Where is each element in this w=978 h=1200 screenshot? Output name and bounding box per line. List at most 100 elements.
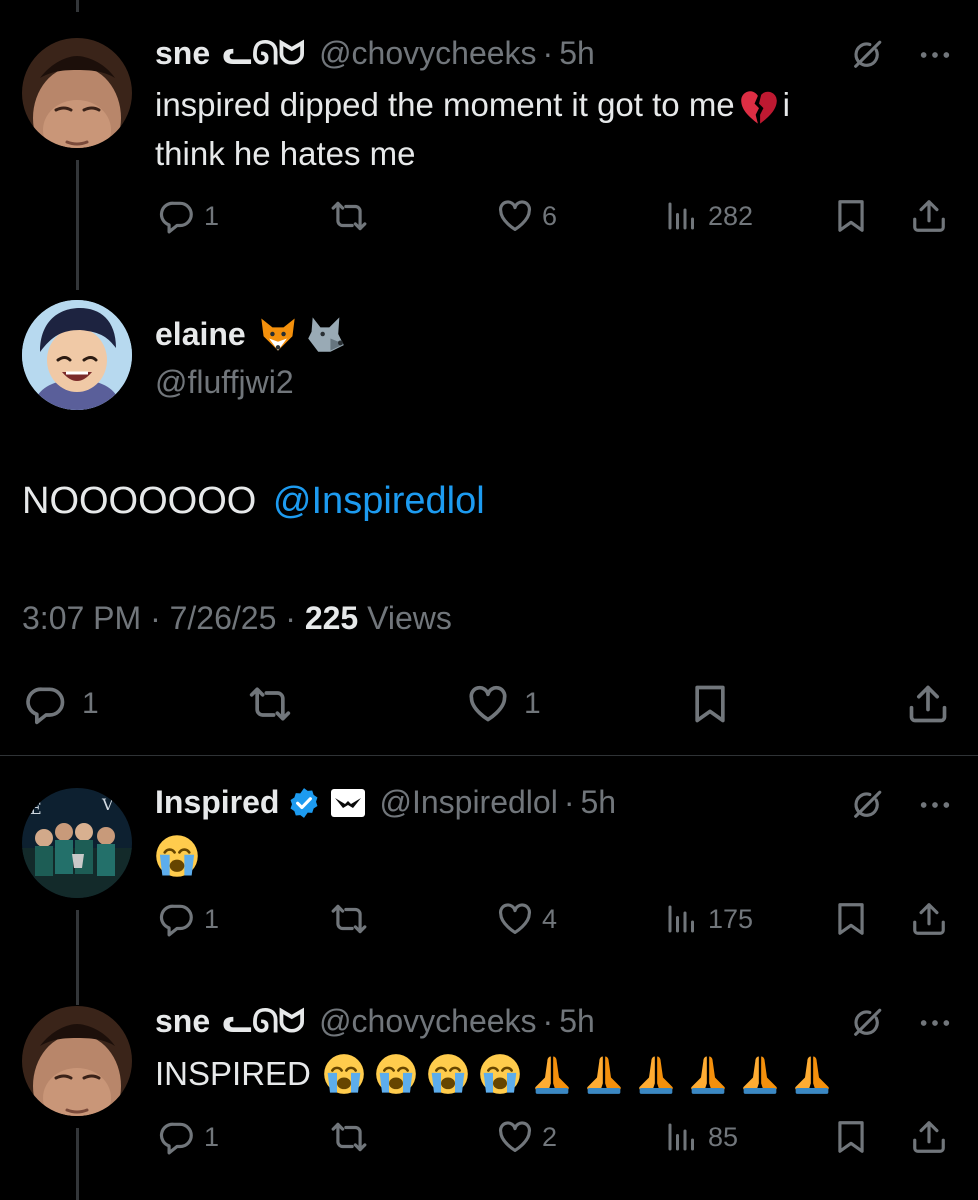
bookmark-button[interactable] xyxy=(832,197,870,235)
views-icon xyxy=(664,900,700,938)
tweet-meta: 3:07 PM · 7/26/25 · 225 Views xyxy=(22,600,452,637)
separator-dot: · xyxy=(285,600,305,636)
like-count: 2 xyxy=(542,1121,558,1152)
tweet-text-line: NOOOOOOO xyxy=(22,480,257,522)
retweet-button[interactable] xyxy=(330,900,368,938)
mention-link[interactable]: @Inspiredlol xyxy=(273,480,485,522)
verified-badge-icon xyxy=(287,786,321,820)
share-icon xyxy=(910,197,948,235)
svg-text:E: E xyxy=(30,799,42,818)
reply-count: 1 xyxy=(82,687,99,720)
timestamp[interactable]: 5h xyxy=(559,1003,595,1040)
tweet-text: inspired dipped the moment it got to me i… xyxy=(155,80,935,178)
broken-heart-emoji xyxy=(739,87,779,127)
retweet-button[interactable] xyxy=(248,682,292,726)
post-time[interactable]: 3:07 PM xyxy=(22,600,141,636)
grok-icon[interactable] xyxy=(850,38,884,72)
reply-button[interactable]: 1 xyxy=(158,1118,219,1156)
views-count[interactable]: 225 xyxy=(305,600,358,636)
wolf-emoji xyxy=(306,314,346,354)
like-button[interactable]: 4 xyxy=(496,900,557,938)
divider xyxy=(0,755,978,756)
display-name[interactable]: sne xyxy=(155,1003,210,1040)
sob-emoji xyxy=(323,1053,365,1095)
affiliate-badge-icon[interactable] xyxy=(331,788,366,817)
share-icon xyxy=(910,900,948,938)
reply-button[interactable]: 1 xyxy=(24,682,99,726)
view-count: 175 xyxy=(708,903,754,934)
tweet-text-line: think he hates me xyxy=(155,135,416,172)
tweet-text-line: i xyxy=(782,86,791,123)
share-icon xyxy=(910,1118,948,1156)
avatar[interactable] xyxy=(22,1006,132,1116)
reply-button[interactable]: 1 xyxy=(158,197,219,235)
svg-text:V: V xyxy=(101,795,114,814)
thread-line xyxy=(76,910,79,1005)
reply-button[interactable]: 1 xyxy=(158,900,219,938)
reply-icon xyxy=(158,197,196,235)
retweet-icon xyxy=(330,197,368,235)
thread-line xyxy=(76,160,79,290)
handle[interactable]: @chovycheeks xyxy=(319,1003,536,1040)
avatar[interactable] xyxy=(22,38,132,148)
like-button[interactable]: 2 xyxy=(496,1118,557,1156)
like-button[interactable]: 6 xyxy=(496,197,557,235)
share-button[interactable] xyxy=(910,1118,948,1156)
views-icon xyxy=(664,1118,700,1156)
grok-icon[interactable] xyxy=(850,1006,884,1040)
avatar[interactable]: E V xyxy=(22,788,132,898)
like-icon xyxy=(496,1118,534,1156)
more-icon[interactable] xyxy=(918,38,952,72)
sob-emoji xyxy=(479,1053,521,1095)
post-date[interactable]: 7/26/25 xyxy=(170,600,277,636)
share-button[interactable] xyxy=(910,197,948,235)
retweet-icon xyxy=(330,1118,368,1156)
views-button[interactable]: 85 xyxy=(664,1118,738,1156)
timestamp[interactable]: 5h xyxy=(580,784,616,821)
retweet-icon xyxy=(248,682,292,726)
tweet-header: sne ᓚᘏᗢ @chovycheeks · 5h xyxy=(155,34,595,73)
like-button[interactable]: 1 xyxy=(466,682,541,726)
views-label: Views xyxy=(367,600,452,636)
handle[interactable]: @Inspiredlol xyxy=(379,784,557,821)
bookmark-icon xyxy=(832,900,870,938)
retweet-icon xyxy=(330,900,368,938)
separator-dot: · xyxy=(563,784,575,820)
avatar[interactable] xyxy=(22,300,132,410)
share-button[interactable] xyxy=(910,900,948,938)
more-icon[interactable] xyxy=(918,1006,952,1040)
display-name[interactable]: Inspired xyxy=(155,784,279,821)
share-button[interactable] xyxy=(906,682,950,726)
bookmark-button[interactable] xyxy=(832,900,870,938)
views-button[interactable]: 175 xyxy=(664,900,753,938)
timestamp[interactable]: 5h xyxy=(559,35,595,72)
views-icon xyxy=(664,197,700,235)
handle[interactable]: @fluffjwi2 xyxy=(155,364,294,401)
tweet-header: Inspired @Inspiredlol · 5h xyxy=(155,784,616,821)
bookmark-icon xyxy=(832,1118,870,1156)
fox-emoji xyxy=(258,314,298,354)
tweet-text-line: INSPIRED xyxy=(155,1055,311,1092)
like-count: 4 xyxy=(542,903,558,934)
pray-emoji xyxy=(739,1053,781,1095)
views-button[interactable]: 282 xyxy=(664,197,753,235)
like-icon xyxy=(496,197,534,235)
separator-dot: · xyxy=(542,1003,554,1039)
bookmark-button[interactable] xyxy=(688,682,732,726)
reply-count: 1 xyxy=(204,903,220,934)
more-icon[interactable] xyxy=(918,788,952,822)
share-icon xyxy=(906,682,950,726)
name-decoration: ᓚᘏᗢ xyxy=(222,1003,306,1039)
retweet-button[interactable] xyxy=(330,1118,368,1156)
like-icon xyxy=(496,900,534,938)
like-count: 1 xyxy=(524,687,541,720)
reply-icon xyxy=(158,1118,196,1156)
tweet-header: sne ᓚᘏᗢ @chovycheeks · 5h xyxy=(155,1002,595,1041)
display-name[interactable]: elaine xyxy=(155,316,246,353)
grok-icon[interactable] xyxy=(850,788,884,822)
handle[interactable]: @chovycheeks xyxy=(319,35,536,72)
bookmark-button[interactable] xyxy=(832,1118,870,1156)
display-name[interactable]: sne xyxy=(155,35,210,72)
tweet-text-line: inspired dipped the moment it got to me xyxy=(155,86,735,123)
retweet-button[interactable] xyxy=(330,197,368,235)
